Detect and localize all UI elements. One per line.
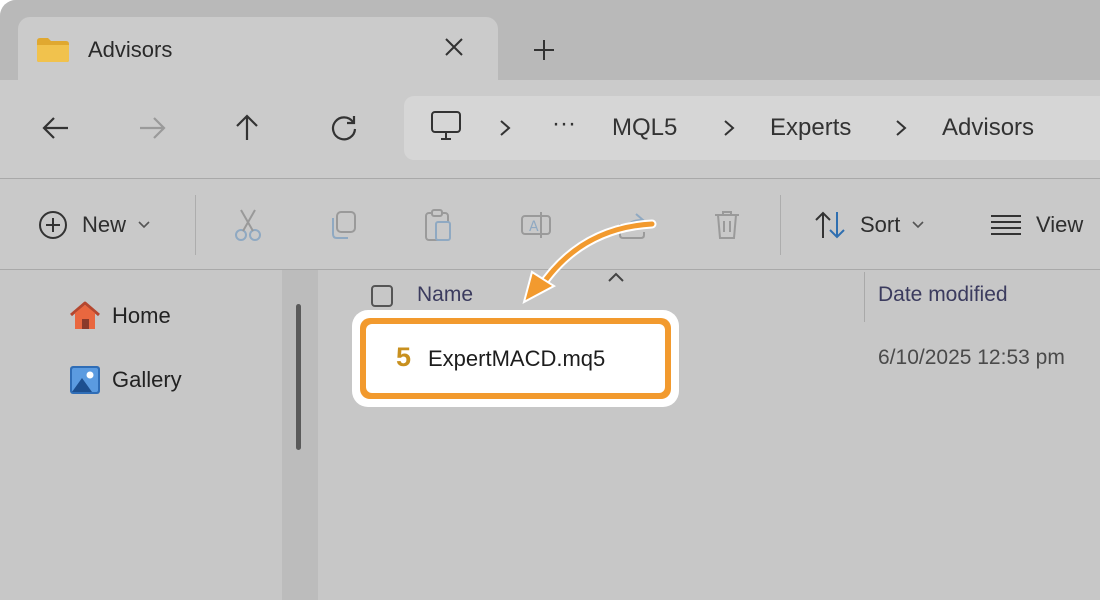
sidebar-item-label: Gallery [112,367,182,392]
forward-arrow-icon[interactable] [132,108,172,148]
sort-button[interactable]: Sort [814,207,924,243]
this-pc-icon[interactable] [430,110,462,147]
scrollbar-thumb[interactable] [296,304,301,450]
copy-icon[interactable] [328,207,358,243]
breadcrumb-overflow[interactable]: ··· [552,110,576,138]
up-arrow-icon[interactable] [227,108,267,148]
folder-icon [36,37,70,68]
select-all-checkbox[interactable] [371,285,393,307]
file-name[interactable]: ExpertMACD.mq5 [428,346,605,372]
navigation-bar: ··· MQL5 Experts Advisors [0,80,1100,179]
sort-label: Sort [860,212,901,237]
divider [195,195,196,255]
breadcrumb-advisors[interactable]: Advisors [942,114,1034,142]
view-button[interactable]: View [990,207,1083,243]
sidebar-item-gallery[interactable]: Gallery [68,363,182,397]
view-lines-icon [991,215,1021,235]
divider [780,195,781,255]
tab-strip: Advisors [0,0,1100,80]
back-arrow-icon[interactable] [36,108,76,148]
chevron-right-icon[interactable] [498,118,512,143]
column-header-name[interactable]: Name [417,283,473,307]
cut-icon[interactable] [233,207,263,243]
mq5-file-icon: 5 [396,342,412,372]
home-icon [70,301,100,329]
chevron-down-icon [138,221,150,229]
close-tab-icon[interactable] [438,31,470,63]
chevron-right-icon[interactable] [894,118,908,143]
column-header-date-modified[interactable]: Date modified [878,283,1008,307]
breadcrumb-mql5[interactable]: MQL5 [612,114,677,142]
chevron-down-icon [912,221,924,229]
plus-circle-icon [39,211,67,239]
sidebar-item-home[interactable]: Home [68,299,171,333]
tab-advisors[interactable]: Advisors [18,17,498,80]
annotation-arrow-icon [510,210,670,315]
view-label: View [1036,212,1084,237]
delete-icon[interactable] [713,207,741,243]
refresh-icon[interactable] [324,108,364,148]
chevron-right-icon[interactable] [722,118,736,143]
address-bar[interactable]: ··· MQL5 Experts Advisors [404,96,1100,160]
paste-icon[interactable] [424,207,454,243]
new-label: New [82,212,127,237]
sidebar-item-label: Home [112,303,171,328]
new-tab-button[interactable] [528,34,560,66]
breadcrumb-experts[interactable]: Experts [770,114,851,142]
sort-icon [815,211,845,239]
new-button[interactable]: New [38,207,150,243]
file-explorer-window: Advisors ··· MQL5 Experts Advisors New A… [0,0,1100,600]
column-divider[interactable] [864,272,865,322]
gallery-icon [70,366,100,394]
file-date-modified: 6/10/2025 12:53 pm [878,346,1065,369]
tab-title: Advisors [88,37,173,62]
